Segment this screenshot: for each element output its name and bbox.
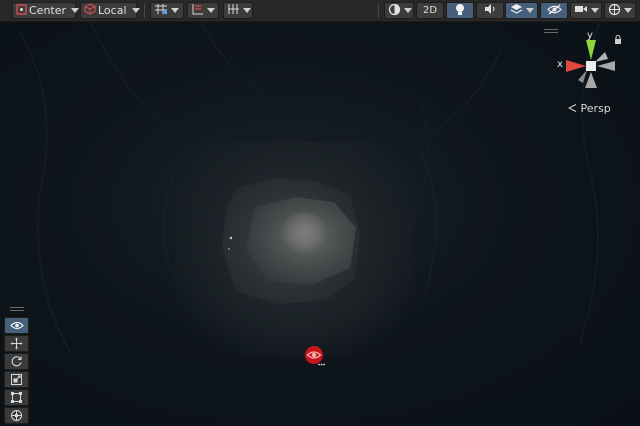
chevron-down-icon <box>624 8 632 13</box>
chevron-down-icon <box>404 8 412 13</box>
gizmos-dropdown[interactable] <box>604 2 636 19</box>
chevron-left-icon <box>567 102 581 115</box>
view-tool-button[interactable] <box>4 317 29 334</box>
grid-snapping-dropdown[interactable] <box>150 2 184 19</box>
shaded-sphere-icon <box>388 3 401 19</box>
increment-snap-icon <box>191 3 204 18</box>
scene-toolbar: Center Local 2D <box>0 0 640 22</box>
pivot-space-dropdown[interactable]: Local <box>80 2 140 19</box>
pivot-mode-label: Center <box>29 4 67 17</box>
scale-tool-button[interactable] <box>4 371 29 388</box>
gizmo-x-label: x <box>557 59 563 70</box>
toolbar-divider <box>378 3 379 18</box>
rotate-tool-button[interactable] <box>4 353 29 370</box>
chevron-down-icon <box>131 8 140 13</box>
chevron-down-icon <box>526 8 534 13</box>
projection-toggle[interactable]: Persp <box>567 102 611 115</box>
gizmo-neg-y-axis[interactable] <box>585 72 597 88</box>
transform-icon <box>11 410 22 421</box>
align-icon <box>227 3 240 18</box>
chevron-down-icon <box>243 8 251 13</box>
scale-icon <box>11 374 22 385</box>
pivot-center-icon <box>16 3 27 18</box>
draw-mode-dropdown[interactable] <box>384 2 414 19</box>
tools-drag-handle[interactable] <box>10 307 24 311</box>
lightbulb-icon <box>455 3 465 19</box>
pivot-mode-dropdown[interactable]: Center <box>12 2 80 19</box>
chevron-down-icon <box>71 8 80 13</box>
eye-icon <box>9 321 24 330</box>
gizmo-z-axis[interactable] <box>595 52 608 62</box>
pivot-space-label: Local <box>98 4 127 17</box>
effects-stack-icon <box>510 3 523 18</box>
camera-settings-dropdown[interactable] <box>570 2 602 19</box>
gizmo-globe-icon <box>608 3 621 19</box>
rect-tool-button[interactable] <box>4 389 29 406</box>
move-arrows-icon <box>10 337 23 350</box>
chevron-down-icon <box>591 8 599 13</box>
toolbar-divider <box>144 3 145 18</box>
audio-icon <box>484 3 497 18</box>
rect-transform-icon <box>11 392 22 403</box>
cave-light-glow <box>282 212 326 252</box>
video-camera-icon <box>574 4 588 17</box>
rotate-icon <box>11 356 22 367</box>
eye-gizmo-marker[interactable] <box>304 345 326 367</box>
chevron-down-icon <box>207 8 215 13</box>
gizmo-neg-z-axis[interactable] <box>578 70 587 83</box>
cube-icon <box>84 3 96 18</box>
scene-visibility-button[interactable] <box>540 2 568 19</box>
lighting-toggle-button[interactable] <box>446 2 474 19</box>
projection-label: Persp <box>580 102 611 115</box>
increment-snapping-dropdown[interactable] <box>187 2 219 19</box>
effects-dropdown[interactable] <box>505 2 538 19</box>
gizmo-x-axis[interactable] <box>566 60 586 72</box>
orientation-gizmo[interactable]: y x <box>552 30 632 100</box>
move-tool-button[interactable] <box>4 335 29 352</box>
align-dropdown[interactable] <box>223 2 253 19</box>
gizmo-neg-x-axis[interactable] <box>597 61 615 71</box>
audio-toggle-button[interactable] <box>476 2 504 19</box>
gizmo-center-cube[interactable] <box>586 61 596 71</box>
transform-tool-button[interactable] <box>4 407 29 424</box>
tools-overlay <box>4 317 30 425</box>
gizmo-y-axis[interactable] <box>586 40 596 60</box>
gizmo-y-label: y <box>587 30 593 41</box>
2d-label: 2D <box>422 5 438 16</box>
grid-snap-icon <box>154 3 168 18</box>
eye-slash-icon <box>546 3 562 18</box>
2d-toggle-button[interactable]: 2D <box>416 2 444 19</box>
chevron-down-icon <box>171 8 179 13</box>
sparkle-particles <box>228 236 233 250</box>
